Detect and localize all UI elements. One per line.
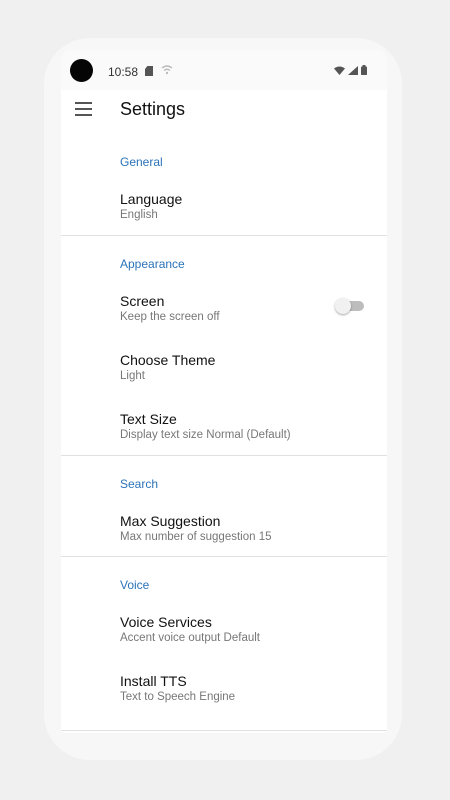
section-header-appearance: Appearance xyxy=(120,257,185,271)
item-subtitle: Display text size Normal (Default) xyxy=(120,429,291,441)
toggle-thumb xyxy=(335,298,351,314)
item-subtitle: Text to Speech Engine xyxy=(120,691,236,703)
divider xyxy=(61,556,387,557)
status-bar: 10:58 xyxy=(61,50,387,90)
item-title: Text Size xyxy=(120,411,177,427)
page-title: Settings xyxy=(120,99,186,119)
divider xyxy=(61,455,387,456)
status-time: 10:58 xyxy=(108,65,139,79)
item-title: Language xyxy=(120,191,183,207)
item-title: Voice Services xyxy=(120,614,212,630)
app-screen: 10:58 Settings General Language English … xyxy=(61,50,387,733)
item-subtitle: Accent voice output Default xyxy=(120,632,260,644)
wifi-icon xyxy=(334,66,345,75)
battery-icon xyxy=(361,65,367,75)
setting-item-choose-theme[interactable]: Choose Theme Light xyxy=(61,352,387,404)
item-title: Choose Theme xyxy=(120,352,216,368)
item-subtitle: Light xyxy=(120,370,145,382)
item-title: Screen xyxy=(120,293,165,309)
camera-cutout xyxy=(70,59,93,82)
setting-item-max-suggestion[interactable]: Max Suggestion Max number of suggestion … xyxy=(61,513,387,565)
item-title: Max Suggestion xyxy=(120,513,221,529)
status-icons xyxy=(334,65,367,75)
menu-icon[interactable] xyxy=(75,102,92,116)
cellular-signal-icon xyxy=(348,65,358,75)
section-header-voice: Voice xyxy=(120,578,150,592)
setting-item-install-tts[interactable]: Install TTS Text to Speech Engine xyxy=(61,673,387,725)
section-header-general: General xyxy=(120,155,163,169)
divider xyxy=(61,235,387,236)
divider xyxy=(61,730,387,731)
wifi-off-icon xyxy=(161,65,173,75)
sim-card-icon xyxy=(145,66,153,76)
app-bar: Settings xyxy=(61,90,387,130)
setting-item-voice-services[interactable]: Voice Services Accent voice output Defau… xyxy=(61,614,387,666)
item-subtitle: Keep the screen off xyxy=(120,311,220,323)
section-header-search: Search xyxy=(120,477,159,491)
screen-toggle-switch[interactable] xyxy=(335,298,366,314)
item-subtitle: English xyxy=(120,209,158,221)
item-subtitle: Max number of suggestion 15 xyxy=(120,531,272,543)
item-title: Install TTS xyxy=(120,673,187,689)
